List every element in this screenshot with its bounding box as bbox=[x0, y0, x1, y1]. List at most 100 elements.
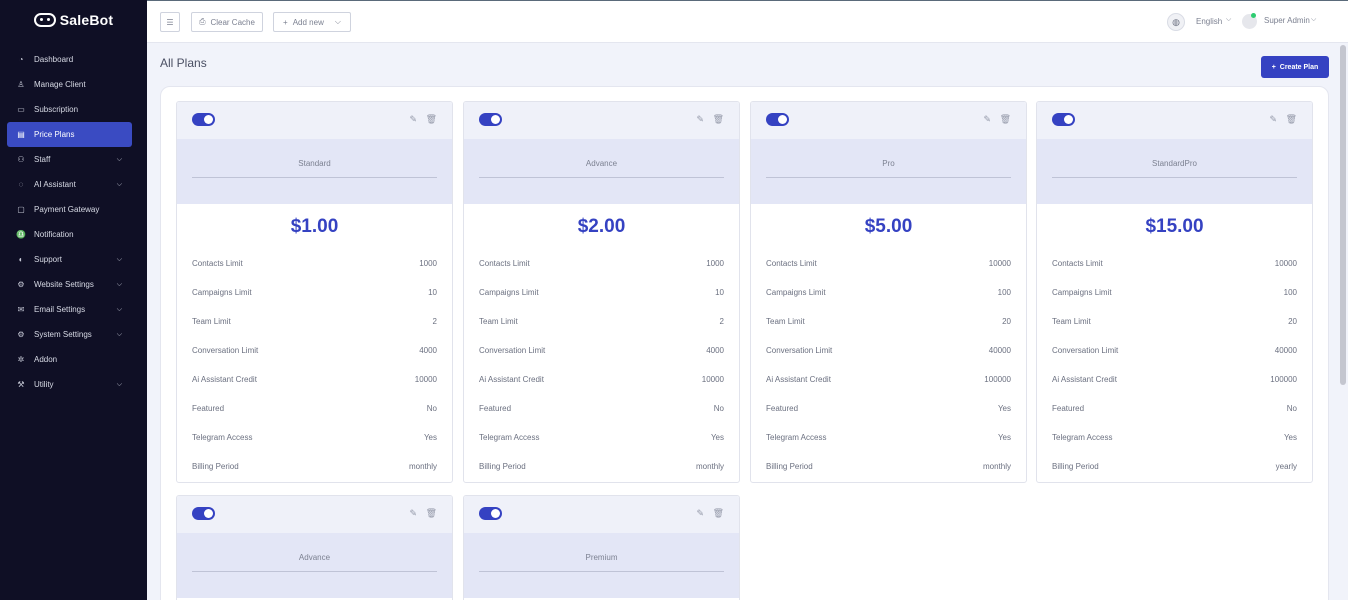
user-menu[interactable]: Super Admin bbox=[1264, 16, 1310, 25]
trash-icon[interactable]: 🗑 bbox=[713, 114, 724, 125]
sidebar-item-email-settings[interactable]: ✉ Email Settings ⌵ bbox=[7, 297, 132, 322]
sidebar-item-ai-assistant[interactable]: ◌ AI Assistant ⌵ bbox=[7, 172, 132, 197]
feature-label: Ai Assistant Credit bbox=[479, 375, 544, 384]
plan-feature-row: Featured No bbox=[464, 394, 739, 423]
chevron-down-icon: ⌵ bbox=[116, 255, 122, 263]
chevron-down-icon[interactable]: ⌵ bbox=[1226, 16, 1231, 24]
chevron-down-icon: ⌵ bbox=[116, 280, 122, 288]
sidebar-item-label: Price Plans bbox=[34, 130, 75, 139]
plan-feature-row: Billing Period monthly bbox=[177, 452, 452, 481]
feature-value: 10000 bbox=[1274, 259, 1297, 268]
plan-name: Advance bbox=[479, 159, 724, 178]
bell-icon: ♎ bbox=[16, 230, 26, 239]
trash-icon[interactable]: 🗑 bbox=[713, 508, 724, 519]
plan-name: StandardPro bbox=[1052, 159, 1297, 178]
plan-name: Pro bbox=[766, 159, 1011, 178]
sidebar-item-label: Subscription bbox=[34, 105, 79, 114]
dashboard-icon: ◔ bbox=[18, 55, 24, 64]
plan-status-toggle[interactable] bbox=[1052, 113, 1075, 126]
online-status-dot bbox=[1251, 13, 1256, 18]
plan-status-toggle[interactable] bbox=[766, 113, 789, 126]
plan-feature-row: Ai Assistant Credit 100000 bbox=[1037, 365, 1312, 394]
plan-status-toggle[interactable] bbox=[479, 113, 502, 126]
sidebar-item-utility[interactable]: ⚒ Utility ⌵ bbox=[7, 372, 132, 397]
sidebar-item-label: Email Settings bbox=[34, 305, 86, 314]
sidebar-item-support[interactable]: ◐ Support ⌵ bbox=[7, 247, 132, 272]
brand-logo[interactable]: SaleBot bbox=[0, 0, 147, 40]
feature-label: Team Limit bbox=[192, 317, 231, 326]
chevron-down-icon: ⌵ bbox=[334, 17, 341, 26]
trash-icon[interactable]: 🗑 bbox=[1000, 114, 1011, 125]
plan-name: Standard bbox=[192, 159, 437, 178]
feature-label: Ai Assistant Credit bbox=[192, 375, 257, 384]
feature-value: 20 bbox=[1288, 317, 1297, 326]
sidebar-item-website-settings[interactable]: ⚙ Website Settings ⌵ bbox=[7, 272, 132, 297]
plan-status-toggle[interactable] bbox=[479, 507, 502, 520]
sidebar-item-addon[interactable]: ✲ Addon bbox=[7, 347, 132, 372]
plan-name-band: Standard bbox=[177, 139, 452, 204]
plan-feature-row: Team Limit 2 bbox=[177, 307, 452, 336]
plan-feature-row: Team Limit 2 bbox=[464, 307, 739, 336]
feature-label: Telegram Access bbox=[479, 433, 540, 442]
plan-feature-row: Ai Assistant Credit 10000 bbox=[177, 365, 452, 394]
feature-value: 100 bbox=[1283, 288, 1297, 297]
feature-label: Featured bbox=[192, 404, 225, 413]
sidebar-item-manage-client[interactable]: ♙ Manage Client bbox=[7, 72, 132, 97]
feature-value: No bbox=[1286, 404, 1297, 413]
plan-feature-row: Conversation Limit 4000 bbox=[177, 336, 452, 365]
clear-cache-button[interactable]: ⎙ Clear Cache bbox=[191, 12, 263, 32]
plan-feature-row: Telegram Access Yes bbox=[464, 423, 739, 452]
feature-value: 100000 bbox=[984, 375, 1011, 384]
chevron-down-icon: ⌵ bbox=[116, 155, 122, 163]
plan-card-header: ✎ 🗑 bbox=[1037, 102, 1312, 139]
top-header: ☰ ⎙ Clear Cache + Add new ⌵ ◍ English ⌵ Sup… bbox=[147, 0, 1348, 43]
feature-value: Yes bbox=[997, 404, 1011, 413]
trash-icon[interactable]: 🗑 bbox=[426, 114, 437, 125]
scrollbar-thumb[interactable] bbox=[1340, 45, 1346, 385]
add-new-button[interactable]: + Add new ⌵ bbox=[273, 12, 351, 32]
feature-label: Conversation Limit bbox=[192, 346, 259, 355]
feature-label: Contacts Limit bbox=[192, 259, 243, 268]
edit-icon[interactable]: ✎ bbox=[409, 508, 417, 519]
edit-icon[interactable]: ✎ bbox=[983, 114, 991, 125]
sidebar-item-staff[interactable]: ⚇ Staff ⌵ bbox=[7, 147, 132, 172]
feature-value: Yes bbox=[710, 433, 724, 442]
edit-icon[interactable]: ✎ bbox=[696, 114, 704, 125]
globe-icon[interactable]: ◍ bbox=[1167, 13, 1185, 31]
feature-label: Campaigns Limit bbox=[1052, 288, 1112, 297]
sidebar-item-subscription[interactable]: ▭ Subscription bbox=[7, 97, 132, 122]
trash-icon[interactable]: 🗑 bbox=[1286, 114, 1297, 125]
plan-card: ✎ 🗑 Standard $1.00 Contacts Limit 1000 Campaig… bbox=[176, 101, 453, 483]
language-selector[interactable]: English bbox=[1196, 17, 1222, 26]
edit-icon[interactable]: ✎ bbox=[696, 508, 704, 519]
feature-label: Team Limit bbox=[766, 317, 805, 326]
plan-feature-row: Campaigns Limit 100 bbox=[1037, 278, 1312, 307]
plan-card-header: ✎ 🗑 bbox=[177, 102, 452, 139]
sidebar-item-system-settings[interactable]: ⚙ System Settings ⌵ bbox=[7, 322, 132, 347]
create-plan-button[interactable]: + Create Plan bbox=[1261, 56, 1329, 78]
edit-icon[interactable]: ✎ bbox=[1269, 114, 1277, 125]
feature-value: 40000 bbox=[1274, 346, 1297, 355]
feature-value: 40000 bbox=[988, 346, 1011, 355]
menu-toggle-button[interactable]: ☰ bbox=[160, 12, 180, 32]
feature-value: 100000 bbox=[1270, 375, 1297, 384]
sidebar-item-price-plans[interactable]: ▤ Price Plans bbox=[7, 122, 132, 147]
feature-label: Billing Period bbox=[1052, 462, 1099, 471]
feature-label: Contacts Limit bbox=[479, 259, 530, 268]
plan-status-toggle[interactable] bbox=[192, 507, 215, 520]
feature-value: 10000 bbox=[988, 259, 1011, 268]
feature-value: 1000 bbox=[419, 259, 437, 268]
edit-icon[interactable]: ✎ bbox=[409, 114, 417, 125]
sidebar-item-notification[interactable]: ♎ Notification bbox=[7, 222, 132, 247]
trash-icon[interactable]: 🗑 bbox=[426, 508, 437, 519]
chevron-down-icon: ⌵ bbox=[116, 380, 122, 388]
sidebar-item-dashboard[interactable]: ◔ Dashboard bbox=[7, 47, 132, 72]
sidebar-item-payment-gateway[interactable]: ▢ Payment Gateway bbox=[7, 197, 132, 222]
plan-name-band: Advance bbox=[177, 533, 452, 598]
sidebar-item-label: Support bbox=[34, 255, 63, 264]
feature-label: Campaigns Limit bbox=[766, 288, 826, 297]
plan-name: Premium bbox=[479, 553, 724, 572]
plan-status-toggle[interactable] bbox=[192, 113, 215, 126]
feature-label: Contacts Limit bbox=[1052, 259, 1103, 268]
chevron-down-icon[interactable]: ⌵ bbox=[1311, 16, 1316, 24]
